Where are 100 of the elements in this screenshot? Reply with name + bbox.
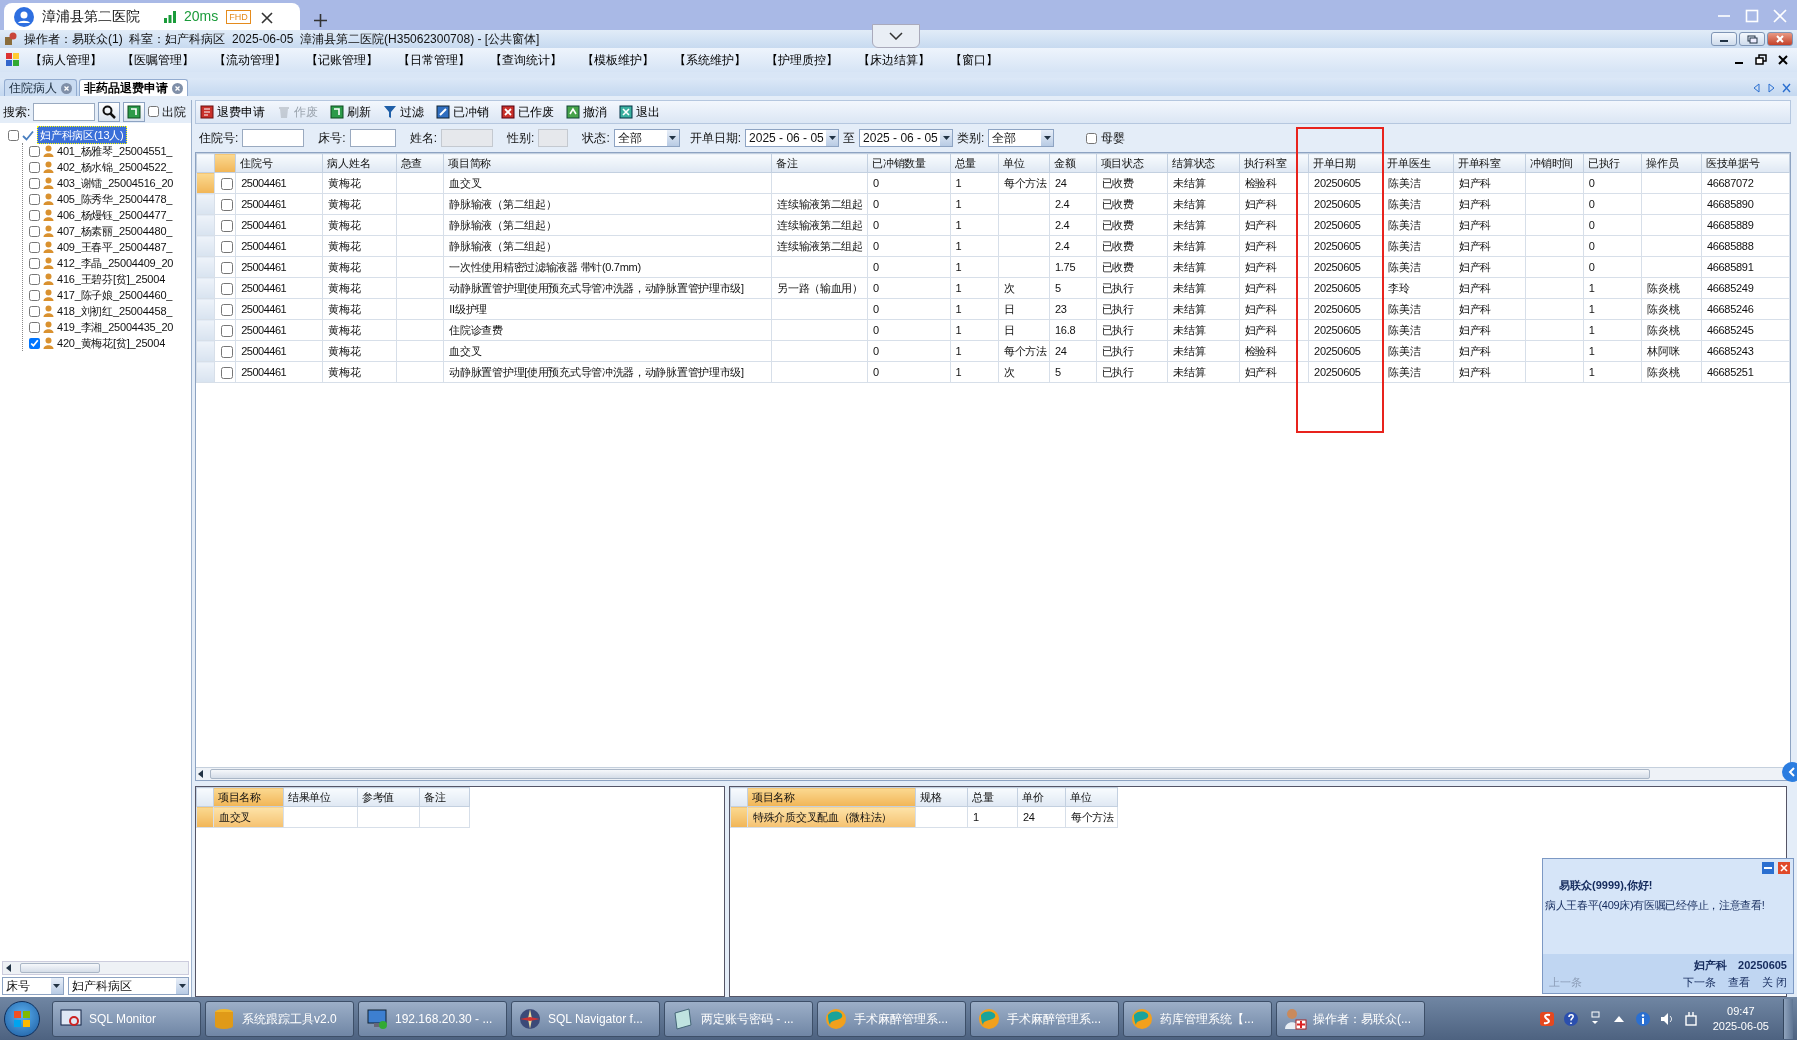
column-header[interactable]: 总量 <box>967 787 1018 807</box>
column-header[interactable]: 已执行 <box>1583 153 1642 173</box>
column-header[interactable]: 执行科室 <box>1239 153 1309 173</box>
search-field[interactable] <box>33 102 96 121</box>
discharged-checkbox[interactable] <box>148 106 160 117</box>
row-checkbox[interactable] <box>221 282 234 295</box>
restore-icon[interactable] <box>1755 53 1767 67</box>
dropdown-arrow-icon[interactable] <box>669 136 677 140</box>
menu-item[interactable]: 【模板维护】 <box>572 51 664 69</box>
tree-item[interactable]: 405_陈秀华_25004478_ <box>57 190 173 208</box>
tree-item[interactable]: 409_王春平_25004487_ <box>57 238 173 256</box>
notification-link[interactable]: 关 闭 <box>1761 973 1787 990</box>
toolbar-button[interactable]: 已冲销 <box>436 103 489 121</box>
checkbox[interactable] <box>1086 132 1098 144</box>
tree-item[interactable]: 417_陈子娘_25004460_ <box>57 286 173 304</box>
row-checkbox[interactable] <box>221 240 234 253</box>
info-icon[interactable] <box>1634 1010 1651 1027</box>
column-header[interactable]: 项目名称 <box>747 787 916 807</box>
column-header[interactable]: 项目简称 <box>443 153 772 173</box>
column-header[interactable]: 结算状态 <box>1167 153 1239 173</box>
dropdown-arrow-icon[interactable] <box>942 136 950 140</box>
column-header[interactable]: 金额 <box>1049 153 1097 173</box>
column-header[interactable]: 项目状态 <box>1096 153 1168 173</box>
document-tab[interactable]: 非药品退费申请 <box>79 79 188 96</box>
close-button[interactable] <box>1767 32 1793 46</box>
menu-item[interactable]: 【医嘱管理】 <box>112 51 204 69</box>
column-header[interactable]: 参考值 <box>357 787 420 807</box>
date-field[interactable]: 2025 - 06 - 05 <box>859 129 954 147</box>
tree-checkbox[interactable] <box>29 209 40 221</box>
menu-item[interactable]: 【流动管理】 <box>204 51 296 69</box>
column-header[interactable]: 冲销时间 <box>1525 153 1584 173</box>
toolbar-button[interactable]: 退费申请 <box>200 103 265 121</box>
dropdown-arrow-icon[interactable] <box>1043 136 1051 140</box>
toolbar-button[interactable]: 刷新 <box>330 103 371 121</box>
readonly-field[interactable] <box>441 129 494 147</box>
tree-item[interactable]: 418_刘初红_25004458_ <box>57 302 173 320</box>
menu-item[interactable]: 【病人管理】 <box>20 51 112 69</box>
clock-date[interactable]: 2025-06-05 <box>1712 1018 1769 1033</box>
scroll-left-icon[interactable] <box>198 770 204 778</box>
toolbar-button[interactable]: 已作废 <box>501 103 554 121</box>
close-icon[interactable] <box>1777 53 1789 67</box>
chevron-icon[interactable] <box>889 32 903 40</box>
date-field[interactable]: 2025 - 06 - 05 <box>745 129 840 147</box>
tree-checkbox[interactable] <box>29 273 40 285</box>
input-field[interactable] <box>349 129 396 147</box>
scroll-left-icon[interactable] <box>6 964 12 972</box>
menu-item[interactable]: 【查询统计】 <box>480 51 572 69</box>
row-checkbox[interactable] <box>221 198 234 211</box>
menu-item[interactable]: 【记账管理】 <box>296 51 388 69</box>
row-checkbox[interactable] <box>221 303 234 316</box>
tree-checkbox[interactable] <box>29 177 40 189</box>
column-header[interactable]: 开单科室 <box>1453 153 1526 173</box>
column-header[interactable]: 单位 <box>998 153 1050 173</box>
row-checkbox[interactable] <box>221 345 234 358</box>
readonly-field[interactable] <box>538 129 569 147</box>
tree-item[interactable]: 妇产科病区(13人) <box>37 125 127 145</box>
dropdown-arrow-icon[interactable] <box>828 136 836 140</box>
browser-tab[interactable]: 漳浦县第二医院 20ms FHD <box>4 3 300 30</box>
sort-dropdown[interactable]: 床号 <box>2 977 64 995</box>
tree-checkbox[interactable] <box>8 129 19 141</box>
dropdown-arrow-icon[interactable] <box>53 984 61 988</box>
tree-checkbox[interactable] <box>29 321 40 333</box>
column-header[interactable]: 总量 <box>950 153 999 173</box>
toolbar-button[interactable]: 退出 <box>619 103 660 121</box>
column-header[interactable]: 急查 <box>396 153 444 173</box>
clock-time[interactable]: 09:47 <box>1727 1004 1755 1019</box>
column-header[interactable]: 单价 <box>1017 787 1066 807</box>
row-checkbox[interactable] <box>221 219 234 232</box>
tree-checkbox[interactable] <box>29 225 40 237</box>
column-header[interactable]: 项目名称 <box>213 787 284 807</box>
help-icon[interactable] <box>1562 1010 1579 1027</box>
dropdown-arrow-icon[interactable] <box>178 984 186 988</box>
tree-checkbox[interactable] <box>29 289 40 301</box>
scroll-right-icon[interactable] <box>1767 81 1776 93</box>
restore-button[interactable] <box>1739 32 1765 46</box>
tree-checkbox[interactable] <box>29 257 40 269</box>
column-header[interactable]: 备注 <box>419 787 470 807</box>
column-header[interactable]: 住院号 <box>235 153 323 173</box>
tree-item[interactable]: 407_杨素丽_25004480_ <box>57 222 173 240</box>
column-header[interactable]: 备注 <box>771 153 868 173</box>
row-checkbox[interactable] <box>221 324 234 337</box>
notification-link[interactable]: 下一条 <box>1682 973 1716 990</box>
tree-item[interactable]: 412_李晶_25004409_20 <box>57 254 174 272</box>
start-button[interactable] <box>4 1000 40 1037</box>
menu-item[interactable]: 【系统维护】 <box>664 51 756 69</box>
column-header[interactable]: 操作员 <box>1641 153 1702 173</box>
notification-link[interactable]: 查看 <box>1727 973 1750 990</box>
row-checkbox[interactable] <box>221 261 234 274</box>
dropdown-field[interactable]: 全部 <box>613 129 680 147</box>
menu-item[interactable]: 【护理质控】 <box>756 51 848 69</box>
tree-checkbox[interactable] <box>29 337 40 349</box>
row-checkbox[interactable] <box>221 366 234 379</box>
power-icon[interactable] <box>1682 1010 1699 1027</box>
scrollbar[interactable] <box>2 961 189 975</box>
column-header[interactable]: 规格 <box>915 787 968 807</box>
minimize-button[interactable] <box>1711 32 1737 46</box>
menu-item[interactable]: 【床边结算】 <box>848 51 940 69</box>
column-header[interactable]: 开单医生 <box>1382 153 1454 173</box>
tree-item[interactable]: 401_杨雅琴_25004551_ <box>57 142 173 160</box>
tree-item[interactable]: 406_杨熳钰_25004477_ <box>57 206 173 224</box>
